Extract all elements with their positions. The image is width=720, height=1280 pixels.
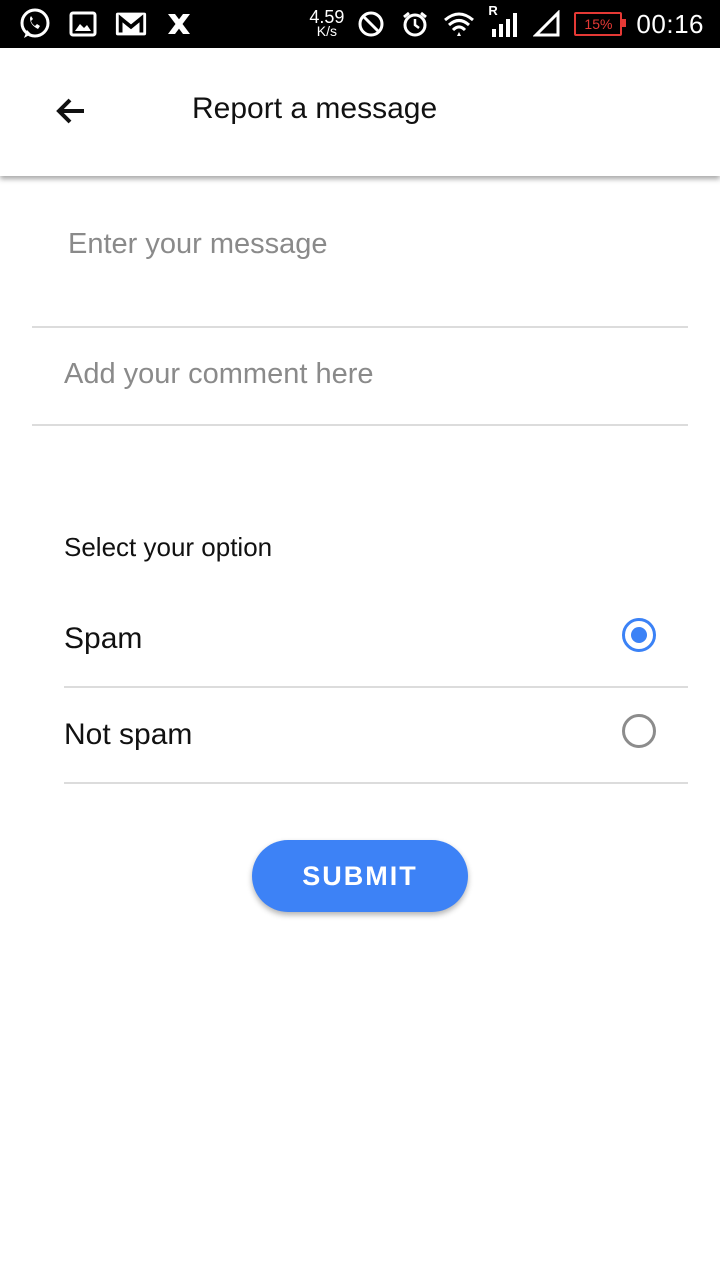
status-clock: 00:16 xyxy=(636,8,704,39)
radio-selected-icon[interactable] xyxy=(622,618,656,652)
arrow-left-icon xyxy=(55,97,87,130)
network-speed-unit: K/s xyxy=(316,23,338,39)
app-bar: Report a message xyxy=(0,48,720,176)
signal-icon xyxy=(530,7,564,41)
back-button[interactable] xyxy=(46,88,96,138)
option-section-label: Select your option xyxy=(64,532,273,562)
system-icons: 4.59 K/s R 15% 00:16 xyxy=(309,3,704,44)
comment-input[interactable] xyxy=(64,358,664,391)
gmail-icon xyxy=(114,7,148,41)
wifi-icon xyxy=(442,7,476,41)
notification-icons xyxy=(18,6,196,42)
option-spam-label: Spam xyxy=(64,622,143,655)
option-not-spam[interactable]: Not spam xyxy=(64,688,688,784)
alarm-icon xyxy=(398,7,432,41)
option-not-spam-label: Not spam xyxy=(64,718,193,751)
radio-unselected-icon[interactable] xyxy=(622,714,656,748)
comment-field xyxy=(32,328,688,426)
message-field xyxy=(32,176,688,328)
submit-button[interactable]: SUBMIT xyxy=(252,840,468,912)
page-title: Report a message xyxy=(192,92,438,125)
do-not-disturb-icon xyxy=(354,7,388,41)
whatsapp-icon xyxy=(18,7,52,41)
x-app-icon xyxy=(162,7,196,41)
option-spam[interactable]: Spam xyxy=(64,592,688,688)
gallery-icon xyxy=(66,7,100,41)
roaming-marker: R xyxy=(488,3,498,18)
signal-roaming-icon: R xyxy=(486,3,520,41)
message-input[interactable] xyxy=(68,228,668,261)
network-speed: 4.59 K/s xyxy=(309,8,344,39)
battery-indicator: 15% xyxy=(574,12,627,36)
status-bar: 4.59 K/s R 15% 00:16 xyxy=(0,0,720,48)
